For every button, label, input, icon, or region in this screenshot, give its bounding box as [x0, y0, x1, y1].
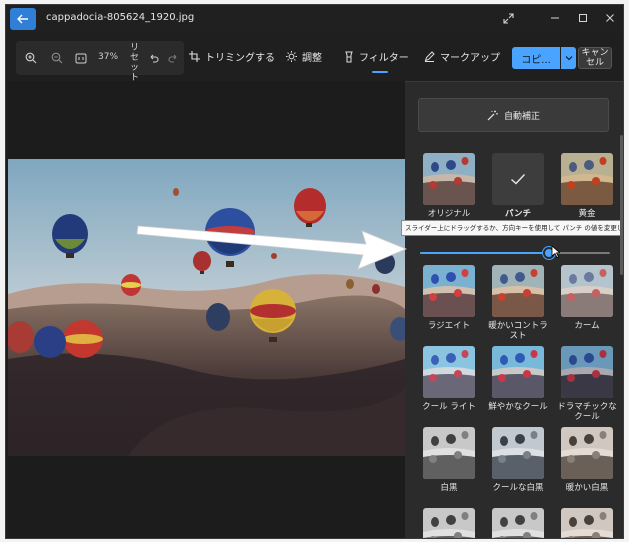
filter-thumbnail[interactable] — [492, 346, 544, 398]
filter-thumbnail[interactable] — [561, 508, 613, 538]
filter-preview-image — [561, 508, 613, 538]
filter-label: カーム — [574, 321, 600, 331]
filter-preview-image — [423, 346, 475, 398]
pen-icon — [424, 51, 435, 62]
edit-toolbar: 37% リセット トリミングする 調整 フィルター マークアップ コピ... キ… — [6, 33, 623, 83]
auto-enhance-button[interactable]: 自動補正 — [418, 98, 609, 132]
filter-thumbnail[interactable] — [423, 153, 475, 205]
filter-preview-image — [561, 153, 613, 205]
back-button[interactable] — [10, 8, 36, 30]
undo-icon — [150, 54, 159, 63]
undo-button[interactable] — [144, 49, 162, 67]
filter-label: 白黒 — [440, 483, 458, 493]
photo-canvas[interactable] — [6, 81, 405, 538]
filter-panel: 自動補正 オリジナル パンチ 黄金ラジエイト 暖かいコントラスト カームクール ライト 鮮… — [405, 81, 623, 538]
balloon-striped — [121, 274, 141, 296]
filter-tool[interactable]: フィルター — [344, 49, 409, 64]
filter-label: ラジエイト — [427, 321, 471, 331]
close-icon — [606, 14, 614, 22]
filter-thumbnail[interactable] — [561, 427, 613, 479]
zoom-in-button[interactable] — [22, 49, 40, 67]
close-button[interactable] — [597, 7, 623, 29]
arrow-left-icon — [17, 14, 28, 24]
file-name-title: cappadocia-805624_1920.jpg — [46, 12, 195, 23]
filter-preview-image — [492, 427, 544, 479]
photo-preview — [8, 159, 405, 456]
fit-screen-icon — [75, 53, 87, 63]
brightness-icon — [286, 51, 297, 62]
zoom-out-icon — [51, 52, 63, 64]
filter-preview-image — [492, 346, 544, 398]
filter-preview-image — [423, 153, 475, 205]
filter-thumbnail[interactable] — [492, 508, 544, 538]
markup-tool[interactable]: マークアップ — [424, 49, 500, 64]
fit-to-window-button[interactable] — [72, 49, 90, 67]
filter-preview-image — [561, 427, 613, 479]
maximize-icon — [579, 14, 587, 22]
filter-label: クールな白黒 — [492, 483, 544, 493]
crop-icon — [189, 51, 200, 62]
title-bar: cappadocia-805624_1920.jpg — [6, 5, 623, 33]
filter-thumbnail[interactable] — [423, 427, 475, 479]
filter-preview-image — [492, 508, 544, 538]
filter-label: ドラマチックなクール — [557, 402, 617, 422]
filter-preview-image — [423, 427, 475, 479]
filter-thumbnail[interactable] — [561, 346, 613, 398]
filter-label: 暖かいコントラスト — [488, 321, 548, 341]
filter-thumbnail[interactable] — [423, 346, 475, 398]
checkmark-icon — [511, 174, 526, 185]
zoom-out-button[interactable] — [48, 49, 66, 67]
adjust-label: 調整 — [302, 53, 322, 64]
save-options-dropdown[interactable] — [561, 47, 576, 69]
filter-thumbnail[interactable] — [492, 265, 544, 317]
adjust-tool[interactable]: 調整 — [286, 49, 322, 64]
filter-label: クール ライト — [422, 402, 476, 412]
slider-tooltip: スライダー上にドラッグするか、方向キーを使用して パンチ の値を変更します — [401, 220, 621, 236]
filter-preview-image — [561, 265, 613, 317]
filter-label: 鮮やかなクール — [488, 402, 548, 412]
filter-preview-image — [492, 265, 544, 317]
save-copy-button[interactable]: コピ... — [512, 47, 560, 69]
markup-label: マークアップ — [440, 53, 500, 64]
filter-icon — [345, 51, 353, 62]
panel-scrollbar[interactable] — [620, 135, 623, 275]
maximize-button[interactable] — [570, 7, 596, 29]
crop-tool[interactable]: トリミングする — [189, 49, 275, 64]
filter-thumbnail[interactable] — [561, 153, 613, 205]
auto-enhance-label: 自動補正 — [503, 111, 540, 122]
filter-label: 黄金 — [578, 209, 596, 219]
filter-label: パンチ — [505, 209, 531, 219]
filter-thumbnail[interactable] — [561, 265, 613, 317]
zoom-in-icon — [25, 52, 37, 64]
active-tab-indicator — [372, 71, 388, 73]
slider-fill — [420, 252, 550, 254]
filter-label: オリジナル — [427, 209, 471, 219]
fullscreen-button[interactable] — [495, 7, 521, 29]
crop-label: トリミングする — [205, 53, 275, 64]
cancel-button[interactable]: キャンセル — [578, 47, 612, 69]
filter-thumbnail[interactable] — [423, 265, 475, 317]
redo-button[interactable] — [164, 49, 182, 67]
minimize-icon — [551, 17, 559, 19]
filter-preview-image — [423, 265, 475, 317]
zoom-level: 37% — [98, 52, 119, 62]
chevron-down-icon — [565, 56, 572, 61]
magic-wand-icon — [487, 110, 498, 120]
minimize-button[interactable] — [542, 7, 568, 29]
filter-thumbnail[interactable] — [423, 508, 475, 538]
filter-label: 暖かい白黒 — [565, 483, 609, 493]
filter-preview-image — [561, 346, 613, 398]
reset-button[interactable]: リセット — [130, 43, 140, 83]
filter-intensity-slider[interactable] — [420, 247, 610, 259]
expand-icon — [502, 12, 514, 24]
filter-thumbnail[interactable] — [492, 153, 544, 205]
zoom-controls: 37% リセット — [16, 41, 184, 83]
redo-icon — [167, 54, 176, 63]
filter-thumbnail[interactable] — [492, 427, 544, 479]
filter-label: フィルター — [359, 53, 409, 64]
panel-border — [405, 81, 623, 82]
filter-preview-image — [423, 508, 475, 538]
mouse-cursor-icon — [551, 245, 560, 258]
photos-app-window: cappadocia-805624_1920.jpg 37% リセット トリミン… — [5, 4, 624, 539]
